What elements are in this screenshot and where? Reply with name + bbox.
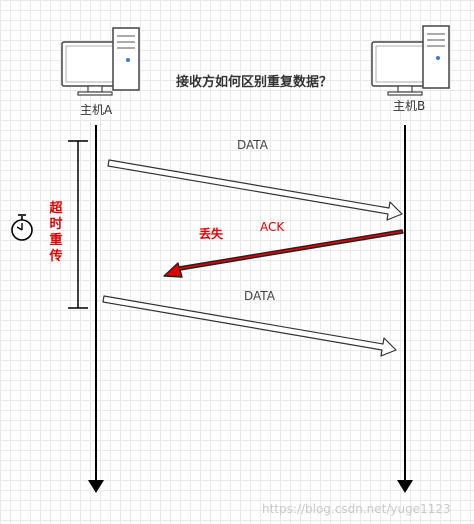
- timeout-bracket: [68, 140, 88, 309]
- lost-label: 丢失: [199, 227, 224, 241]
- ack-label: ACK: [260, 220, 285, 234]
- host-b-label: 主机B: [393, 99, 426, 113]
- host-b-computer-icon: [371, 25, 450, 96]
- host-a-label: 主机A: [80, 103, 113, 117]
- lifeline-b: [397, 125, 413, 493]
- data-label-1: DATA: [237, 138, 268, 152]
- watermark: https://blog.csdn.net/yuge1123: [262, 502, 451, 516]
- data-label-2: DATA: [244, 289, 275, 303]
- diagram-title: 接收方如何区别重复数据？: [176, 75, 333, 90]
- lifeline-a: [88, 125, 104, 493]
- data-arrow-1: [107, 159, 403, 221]
- stopwatch-icon: [11, 214, 33, 241]
- timeout-retransmit-label: 超 时 重 传: [49, 201, 63, 264]
- host-a-computer-icon: [61, 27, 140, 96]
- data-arrow-2: [102, 295, 397, 357]
